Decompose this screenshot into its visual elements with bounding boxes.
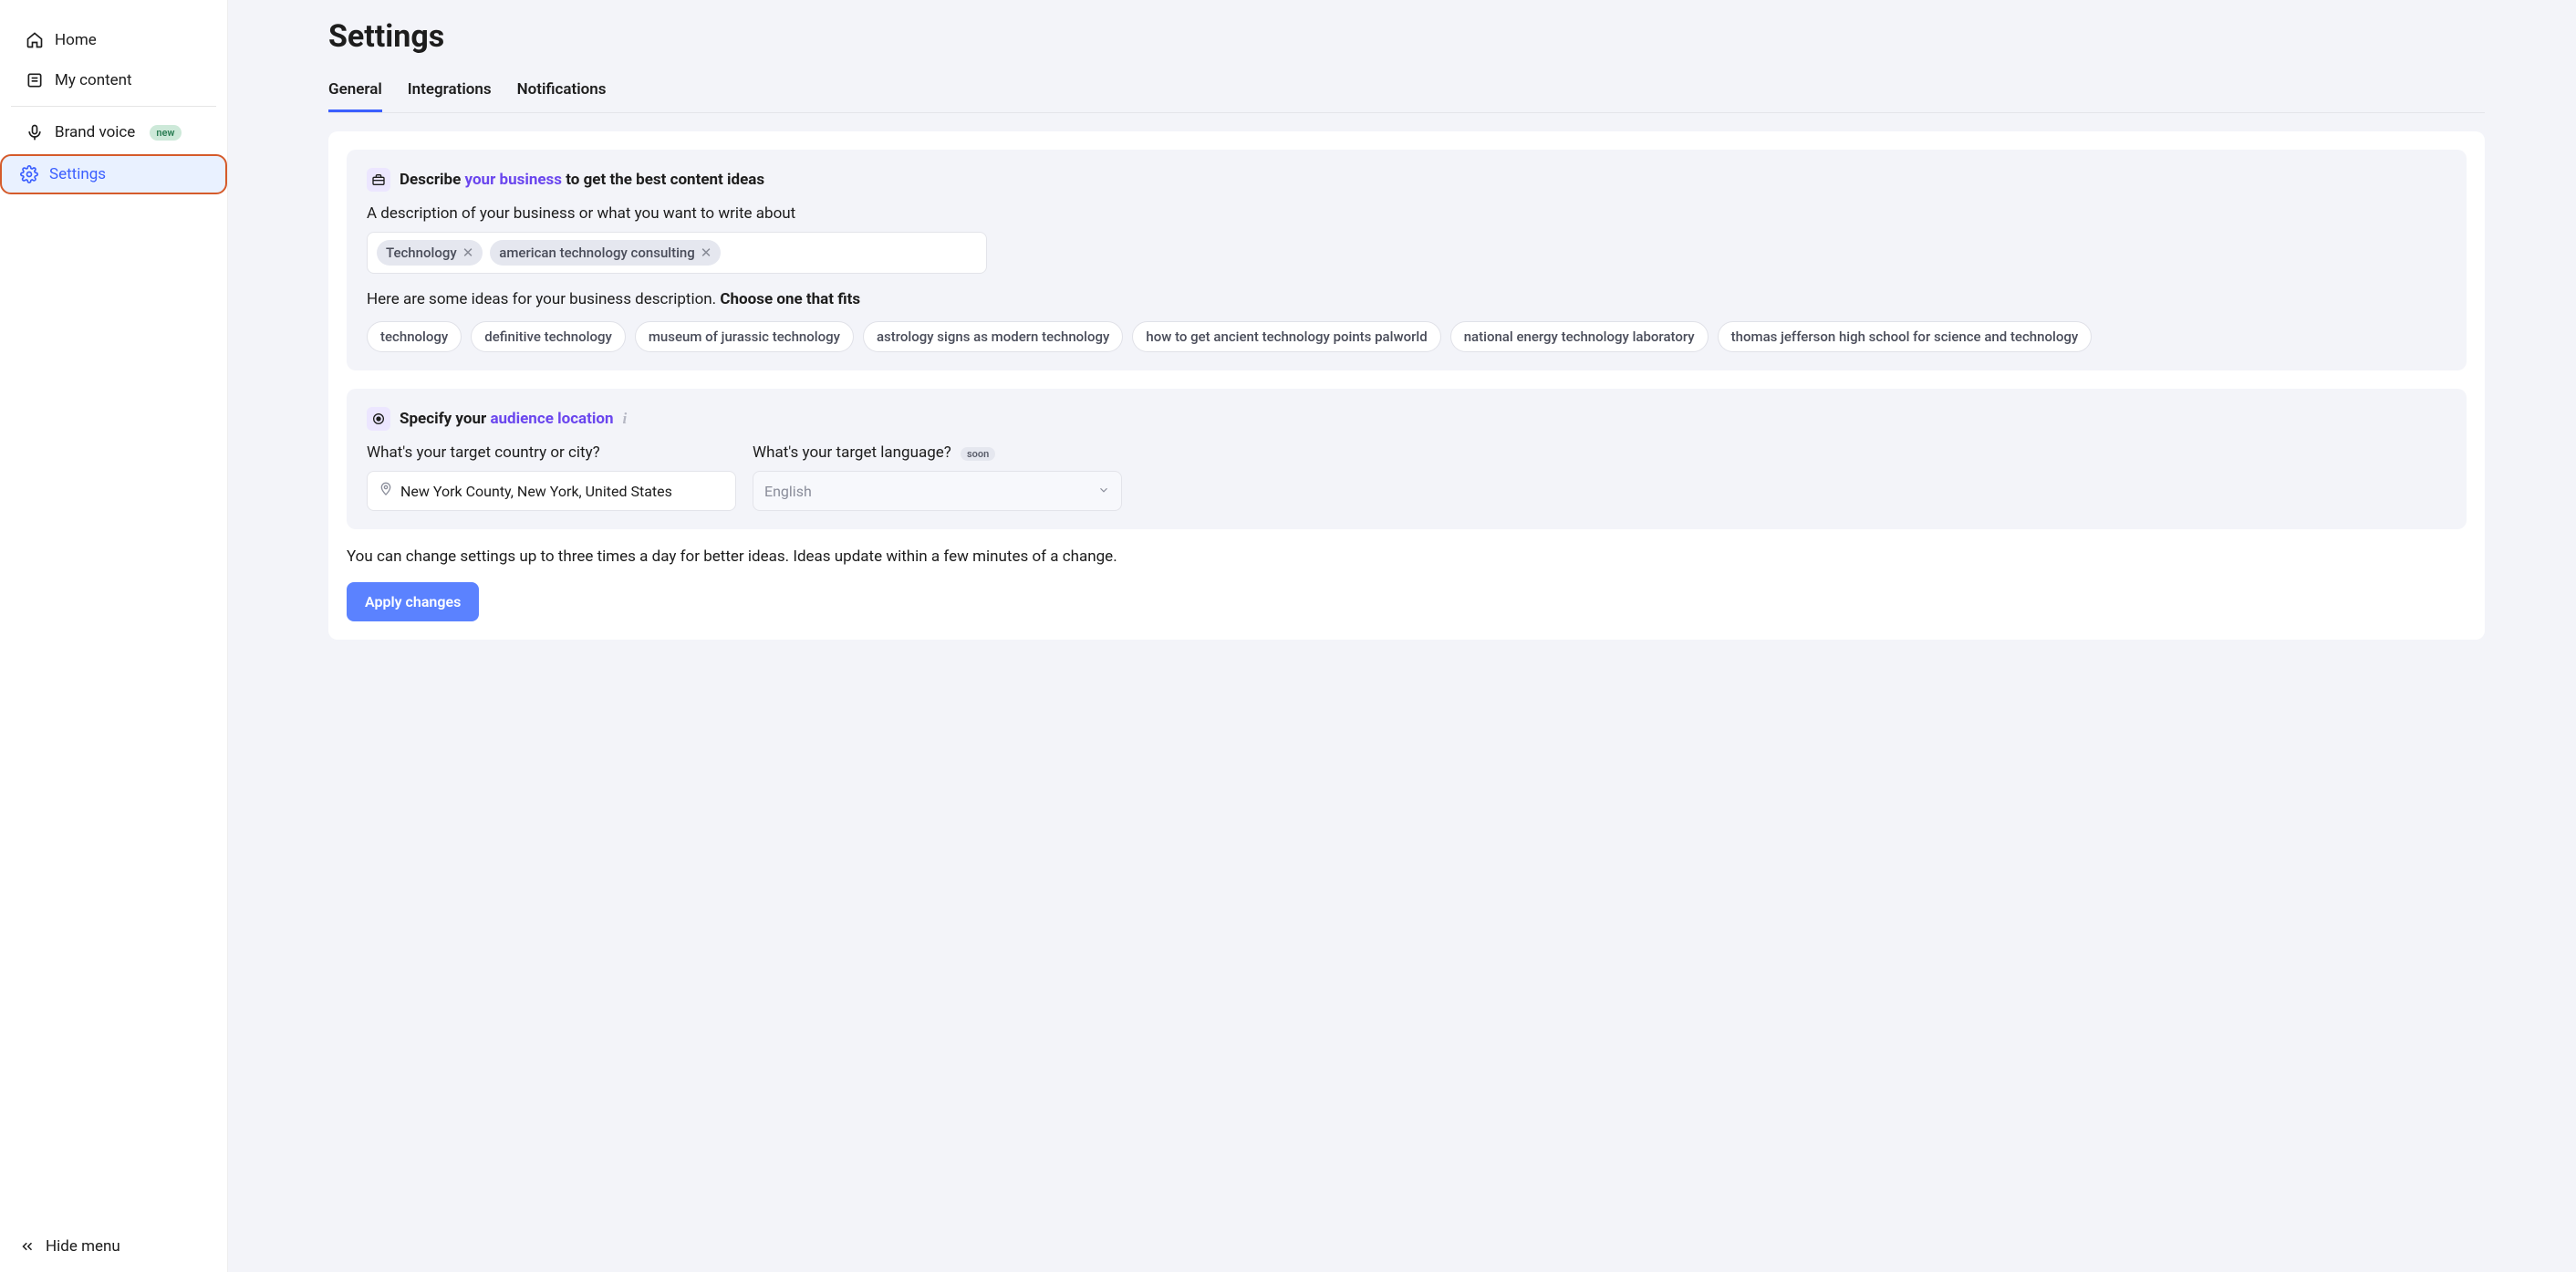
briefcase-icon [367, 168, 390, 192]
tag-remove-icon[interactable]: ✕ [462, 245, 474, 261]
business-tag: american technology consulting ✕ [490, 240, 721, 266]
soon-badge: soon [961, 447, 995, 461]
settings-panel: Describe your business to get the best c… [328, 131, 2485, 640]
language-select[interactable]: English [753, 471, 1122, 511]
idea-chip[interactable]: how to get ancient technology points pal… [1132, 321, 1440, 352]
tab-general[interactable]: General [328, 80, 382, 112]
hide-menu-label: Hide menu [46, 1237, 120, 1256]
gear-icon [20, 165, 38, 183]
tag-remove-icon[interactable]: ✕ [701, 245, 712, 261]
sidebar-item-label: Settings [49, 165, 106, 183]
sidebar-item-label: Home [55, 31, 97, 49]
sidebar-item-my-content[interactable]: My content [7, 62, 220, 99]
country-input[interactable]: New York County, New York, United States [367, 471, 736, 511]
target-icon [367, 407, 390, 431]
home-icon [26, 31, 44, 49]
sidebar-item-label: Brand voice [55, 123, 135, 141]
content-icon [26, 71, 44, 89]
sidebar-item-brand-voice[interactable]: Brand voice new [7, 114, 220, 151]
sidebar-divider [11, 106, 216, 107]
mic-icon [26, 123, 44, 141]
sidebar-item-home[interactable]: Home [7, 22, 220, 58]
business-heading: Describe your business to get the best c… [367, 168, 2446, 192]
country-value: New York County, New York, United States [400, 483, 672, 500]
sidebar: Home My content Brand voice new Settings [0, 0, 228, 1272]
idea-chip[interactable]: technology [367, 321, 462, 352]
ideas-chips: technology definitive technology museum … [367, 321, 2446, 352]
new-badge: new [150, 125, 181, 141]
ideas-label: Here are some ideas for your business de… [367, 290, 2446, 308]
business-card: Describe your business to get the best c… [347, 150, 2467, 370]
idea-chip[interactable]: museum of jurassic technology [635, 321, 854, 352]
sidebar-item-label: My content [55, 71, 132, 89]
info-icon[interactable]: i [623, 410, 628, 428]
pin-icon [379, 482, 393, 500]
idea-chip[interactable]: thomas jefferson high school for science… [1718, 321, 2093, 352]
audience-heading: Specify your audience location i [367, 407, 2446, 431]
language-label: What's your target language? soon [753, 443, 1122, 462]
idea-chip[interactable]: definitive technology [471, 321, 626, 352]
apply-changes-button[interactable]: Apply changes [347, 582, 479, 621]
idea-chip[interactable]: astrology signs as modern technology [863, 321, 1123, 352]
hide-menu-button[interactable]: Hide menu [0, 1221, 227, 1272]
page-title: Settings [328, 18, 2485, 55]
tab-notifications[interactable]: Notifications [517, 80, 607, 112]
language-value: English [764, 483, 812, 500]
chevron-down-icon [1097, 483, 1110, 500]
main-content: Settings General Integrations Notificati… [228, 0, 2576, 1272]
country-label: What's your target country or city? [367, 443, 736, 462]
business-tag: Technology ✕ [377, 240, 483, 266]
business-tag-input[interactable]: Technology ✕ american technology consult… [367, 232, 987, 274]
tabs: General Integrations Notifications [328, 80, 2485, 113]
audience-card: Specify your audience location i What's … [347, 389, 2467, 529]
chevron-left-icon [18, 1237, 36, 1256]
tab-integrations[interactable]: Integrations [408, 80, 492, 112]
sidebar-item-settings[interactable]: Settings [0, 154, 227, 194]
business-desc-label: A description of your business or what y… [367, 204, 2446, 223]
settings-note: You can change settings up to three time… [347, 547, 2467, 566]
idea-chip[interactable]: national energy technology laboratory [1450, 321, 1709, 352]
